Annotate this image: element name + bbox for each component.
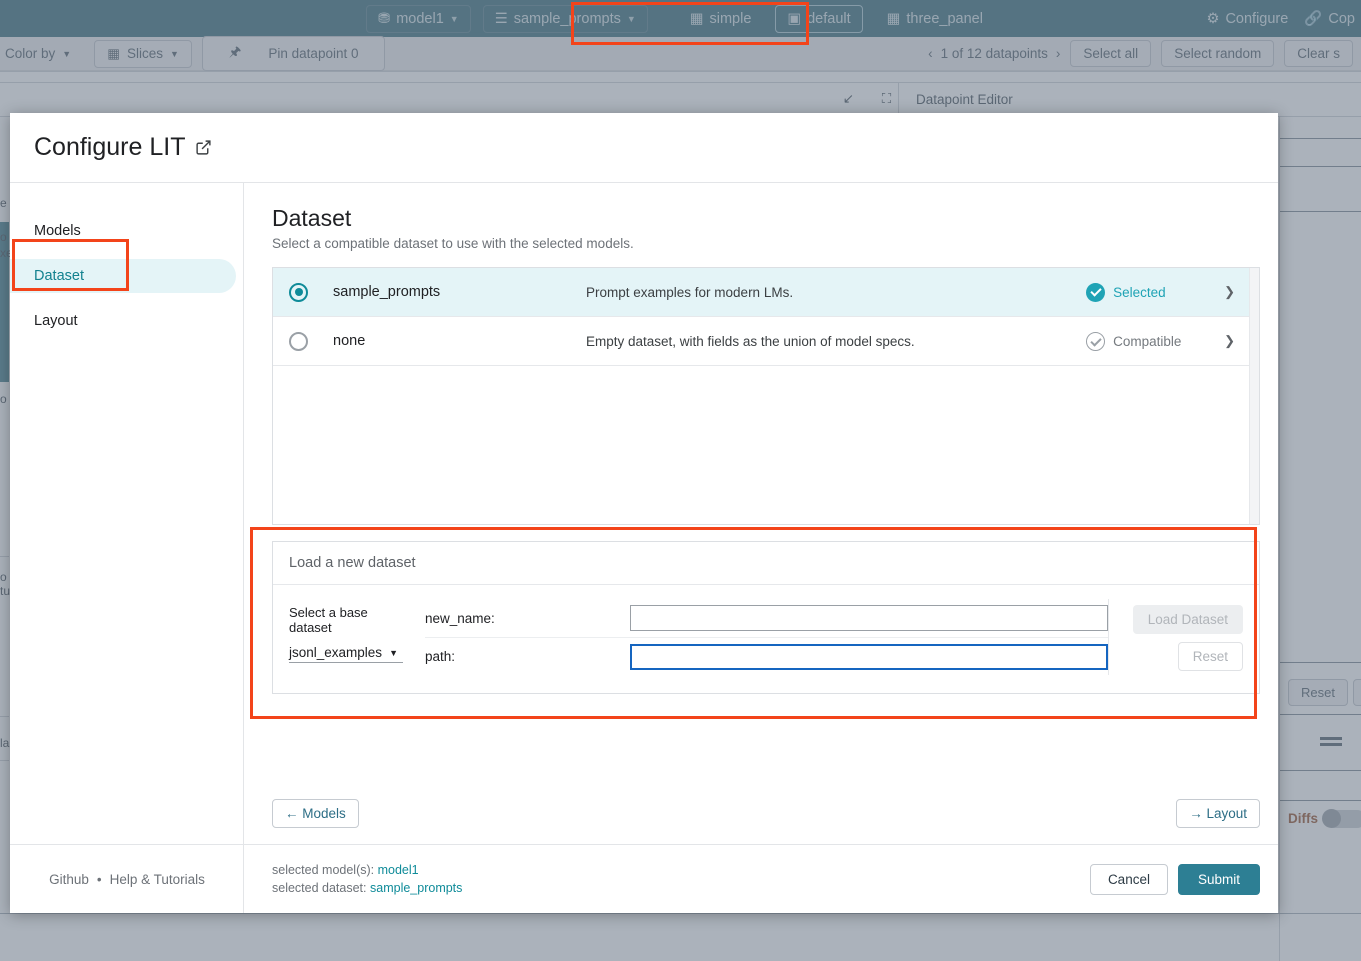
dialog-nav-row: ← Models → Layout — [244, 782, 1278, 844]
base-dataset-column: Select a base dataset jsonl_examples ▼ — [289, 599, 403, 675]
dataset-status-badge: Compatible — [1086, 332, 1214, 351]
dataset-name: none — [308, 333, 586, 349]
dataset-row-none[interactable]: none Empty dataset, with fields as the u… — [273, 317, 1249, 366]
dialog-body: Models Dataset Layout Github • Help & Tu… — [10, 183, 1278, 913]
check-circle-outline-icon — [1086, 332, 1105, 351]
sidebar-item-label: Models — [34, 223, 81, 239]
footer-buttons: Cancel Submit — [1090, 864, 1260, 895]
check-circle-icon — [1086, 283, 1105, 302]
load-new-dataset-heading: Load a new dataset — [273, 542, 1259, 585]
dialog-sidebar: Models Dataset Layout Github • Help & Tu… — [10, 183, 244, 913]
path-label: path: — [425, 649, 630, 664]
dataset-status-label: Compatible — [1113, 334, 1181, 349]
section-subtitle: Select a compatible dataset to use with … — [272, 236, 1260, 251]
selected-dataset-line: selected dataset: sample_prompts — [272, 879, 462, 897]
selected-models-prefix: selected model(s): — [272, 863, 374, 877]
sidebar-footer: Github • Help & Tutorials — [10, 844, 244, 913]
loader-buttons: Load Dataset Reset — [1108, 599, 1243, 675]
new-name-label: new_name: — [425, 611, 630, 626]
base-dataset-label: Select a base dataset — [289, 605, 403, 635]
next-layout-button[interactable]: → Layout — [1176, 799, 1260, 828]
dialog-title: Configure LIT — [34, 133, 185, 162]
dataset-status-badge: Selected — [1086, 283, 1214, 302]
path-input[interactable] — [630, 644, 1108, 670]
loader-fields: new_name: path: — [403, 599, 1108, 675]
load-new-dataset-panel: Load a new dataset Select a base dataset… — [272, 541, 1260, 694]
selection-summary: selected model(s): model1 selected datas… — [272, 861, 462, 897]
github-link[interactable]: Github — [49, 872, 89, 887]
sidebar-item-label: Dataset — [34, 268, 84, 284]
selected-models-value: model1 — [378, 863, 419, 877]
base-dataset-value: jsonl_examples — [289, 645, 382, 660]
sidebar-item-models[interactable]: Models — [10, 214, 236, 248]
selected-dataset-value: sample_prompts — [370, 881, 462, 895]
footer-separator: • — [97, 872, 102, 887]
help-tutorials-link[interactable]: Help & Tutorials — [110, 872, 205, 887]
dataset-radio-selected[interactable] — [289, 283, 308, 302]
chevron-down-icon[interactable]: ❯ — [1224, 284, 1235, 300]
dataset-row-sample-prompts[interactable]: sample_prompts Prompt examples for moder… — [273, 268, 1249, 317]
new-name-input[interactable] — [630, 605, 1108, 631]
sidebar-item-label: Layout — [34, 313, 78, 329]
dataset-list: sample_prompts Prompt examples for moder… — [272, 267, 1260, 525]
dialog-content: Dataset Select a compatible dataset to u… — [244, 183, 1278, 913]
sidebar-item-layout[interactable]: Layout — [10, 304, 236, 338]
base-dataset-select[interactable]: jsonl_examples ▼ — [289, 645, 403, 663]
load-dataset-button[interactable]: Load Dataset — [1133, 605, 1243, 634]
dataset-list-scrollbar[interactable] — [1249, 268, 1259, 524]
sidebar-item-dataset[interactable]: Dataset — [10, 259, 236, 293]
loader-reset-button[interactable]: Reset — [1178, 642, 1243, 671]
submit-button[interactable]: Submit — [1178, 864, 1260, 895]
prev-models-button[interactable]: ← Models — [272, 799, 359, 828]
dialog-footer: selected model(s): model1 selected datas… — [244, 844, 1278, 913]
dataset-description: Prompt examples for modern LMs. — [586, 285, 1086, 300]
dataset-description: Empty dataset, with fields as the union … — [586, 334, 1086, 349]
field-row-new-name: new_name: — [425, 599, 1108, 637]
selected-models-line: selected model(s): model1 — [272, 861, 462, 879]
section-title: Dataset — [272, 205, 1260, 232]
field-row-path: path: — [425, 637, 1108, 675]
selected-dataset-prefix: selected dataset: — [272, 881, 367, 895]
chevron-down-icon[interactable]: ❯ — [1224, 333, 1235, 349]
dataset-radio[interactable] — [289, 332, 308, 351]
open-in-new-icon[interactable] — [195, 139, 212, 156]
dataset-name: sample_prompts — [308, 284, 586, 300]
configure-lit-dialog: Configure LIT Models Dataset Layout Gith… — [10, 113, 1278, 913]
chevron-down-icon: ▼ — [389, 648, 398, 658]
dialog-header: Configure LIT — [10, 113, 1278, 183]
load-new-dataset-body: Select a base dataset jsonl_examples ▼ n… — [273, 585, 1259, 693]
cancel-button[interactable]: Cancel — [1090, 864, 1168, 895]
dataset-status-label: Selected — [1113, 285, 1166, 300]
dataset-panel: Dataset Select a compatible dataset to u… — [244, 183, 1278, 782]
